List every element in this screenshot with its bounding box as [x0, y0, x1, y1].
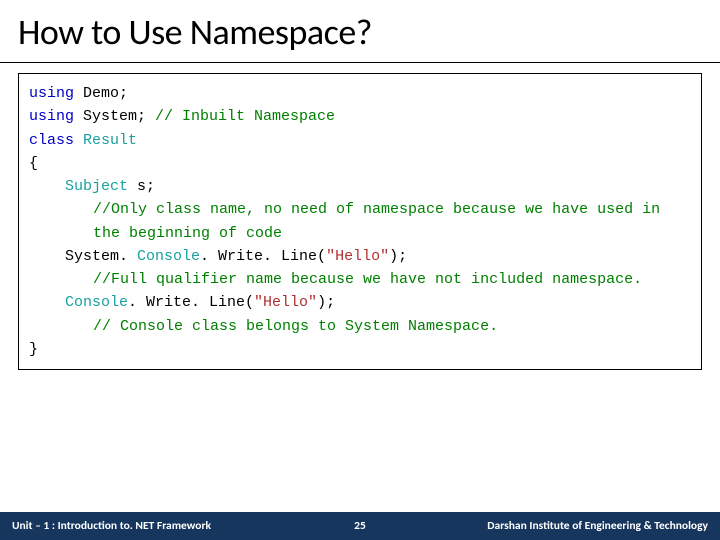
code-line: class Result	[29, 129, 691, 152]
code-text: Demo;	[74, 85, 128, 102]
comment: //Full qualifier name because we have no…	[29, 268, 691, 291]
string-literal: "Hello"	[254, 294, 317, 311]
code-text: . Write. Line(	[128, 294, 254, 311]
code-text: );	[389, 248, 407, 265]
type-name: Console	[65, 294, 128, 311]
code-block: using Demo; using System; // Inbuilt Nam…	[18, 73, 702, 370]
type-name: Subject	[65, 178, 128, 195]
code-text: s;	[128, 178, 155, 195]
comment: //Only class name, no need of namespace …	[29, 198, 691, 245]
keyword: using	[29, 108, 74, 125]
code-line: }	[29, 338, 691, 361]
keyword: using	[29, 85, 74, 102]
footer-right: Darshan Institute of Engineering & Techn…	[487, 519, 708, 533]
string-literal: "Hello"	[326, 248, 389, 265]
code-text: );	[317, 294, 335, 311]
comment: // Console class belongs to System Names…	[29, 315, 691, 338]
code-text	[74, 132, 83, 149]
code-text: System.	[65, 248, 137, 265]
code-line: System. Console. Write. Line("Hello");	[29, 245, 691, 268]
keyword: class	[29, 132, 74, 149]
code-line: using System; // Inbuilt Namespace	[29, 105, 691, 128]
code-line: Subject s;	[29, 175, 691, 198]
code-text: . Write. Line(	[200, 248, 326, 265]
code-text: System;	[74, 108, 155, 125]
code-line: using Demo;	[29, 82, 691, 105]
code-line: Console. Write. Line("Hello");	[29, 291, 691, 314]
comment: // Inbuilt Namespace	[155, 108, 335, 125]
type-name: Result	[83, 132, 137, 149]
slide-footer: Unit – 1 : Introduction to. NET Framewor…	[0, 512, 720, 540]
type-name: Console	[137, 248, 200, 265]
slide-title: How to Use Namespace?	[0, 0, 720, 63]
code-line: {	[29, 152, 691, 175]
